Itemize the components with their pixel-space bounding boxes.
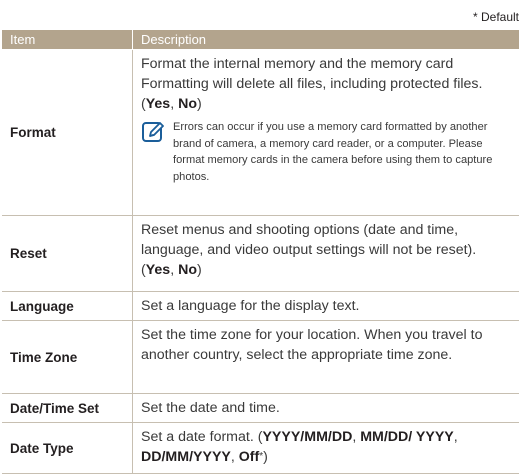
row-description: Set the date and time. xyxy=(141,400,280,416)
row-description: Reset menus and shooting options (date a… xyxy=(141,222,477,278)
note-pencil-icon xyxy=(142,122,164,142)
format-description-text: Format the internal memory and the memor… xyxy=(141,56,483,112)
row-item: Date Type xyxy=(2,423,133,473)
option-yes: Yes xyxy=(145,262,171,278)
row-description: Format the internal memory and the memor… xyxy=(133,50,519,215)
row-description: Set a date format. (YYYY/MM/DD, MM/DD/ Y… xyxy=(141,429,458,465)
table-row-time-zone: Time Zone Set the time zone for your loc… xyxy=(2,321,519,394)
row-item: Time Zone xyxy=(2,321,133,393)
option-off: Off xyxy=(238,449,260,465)
header-item: Item xyxy=(2,30,133,49)
header-description: Description xyxy=(141,32,207,47)
table-row-language: Language Set a language for the display … xyxy=(2,292,519,321)
table-row-date-type: Date Type Set a date format. (YYYY/MM/DD… xyxy=(2,423,519,474)
row-item: Language xyxy=(2,292,133,320)
row-item: Format xyxy=(2,50,133,215)
option-yes: Yes xyxy=(145,96,171,112)
option-dd-mm-yyyy: DD/MM/YYYY xyxy=(141,449,231,465)
row-item: Date/Time Set xyxy=(2,394,133,422)
table-row-reset: Reset Reset menus and shooting options (… xyxy=(2,216,519,292)
note-box: Errors can occur if you use a memory car… xyxy=(141,119,511,185)
default-note: * Default xyxy=(472,10,519,24)
row-description: Set the time zone for your location. Whe… xyxy=(141,327,483,363)
option-yyyy-mm-dd: YYYY/MM/DD xyxy=(262,429,353,445)
row-item: Reset xyxy=(2,216,133,291)
table-row-format: Format Format the internal memory and th… xyxy=(2,50,519,216)
note-text: Errors can occur if you use a memory car… xyxy=(173,121,493,183)
option-mm-dd-yyyy: MM/DD/ YYYY xyxy=(360,429,454,445)
settings-table: Item Description Format Format the inter… xyxy=(2,30,519,474)
option-no: No xyxy=(178,96,198,112)
option-no: No xyxy=(178,262,198,278)
table-row-date-time-set: Date/Time Set Set the date and time. xyxy=(2,394,519,423)
row-description: Set a language for the display text. xyxy=(141,298,360,314)
table-header: Item Description xyxy=(2,30,519,50)
